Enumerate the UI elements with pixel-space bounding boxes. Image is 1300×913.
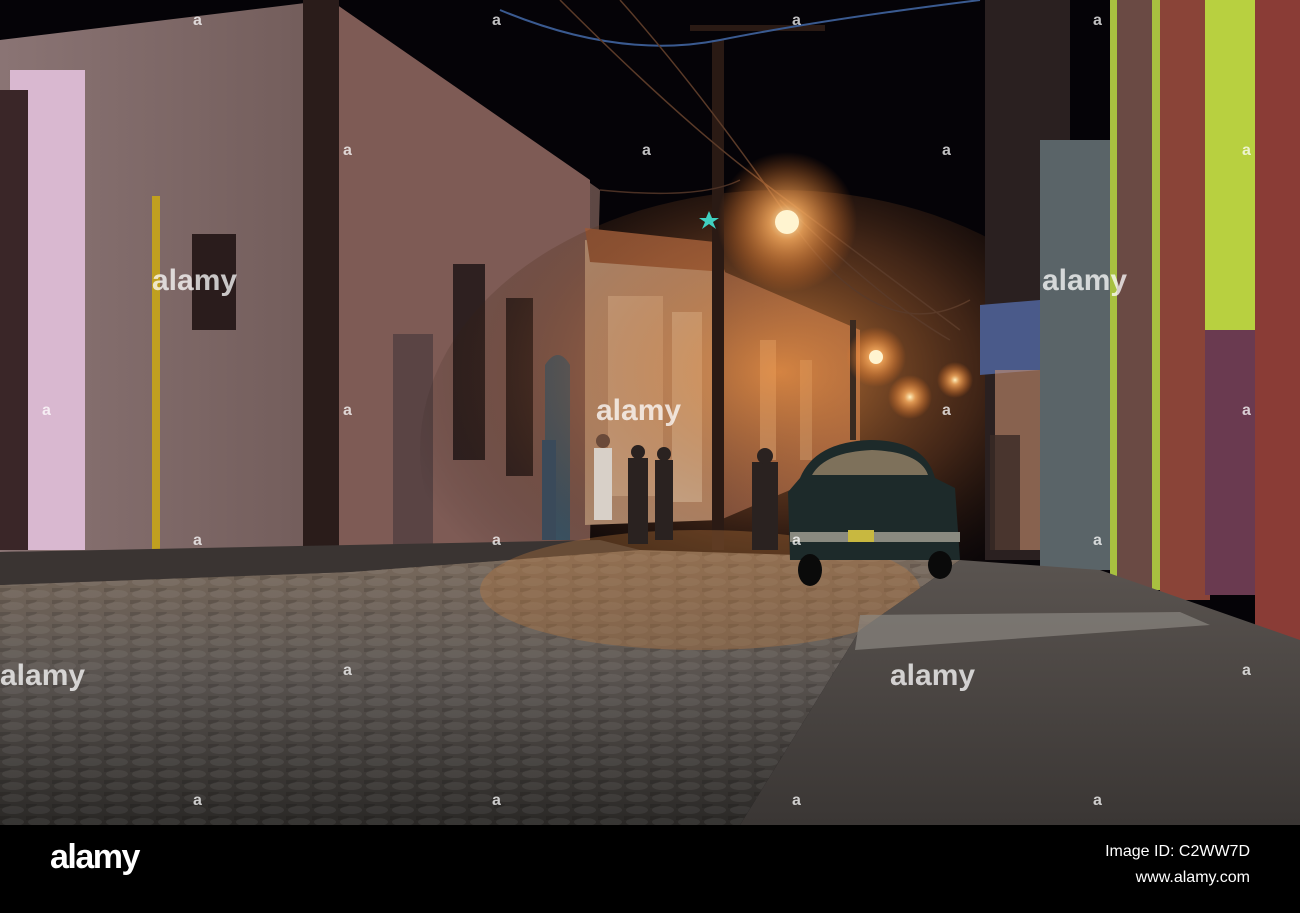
svg-text:a: a — [492, 532, 501, 549]
svg-text:a: a — [1093, 532, 1102, 549]
svg-text:a: a — [1242, 662, 1251, 679]
image-id-label: Image ID: C2WW7D — [1105, 843, 1250, 860]
svg-text:a: a — [792, 532, 801, 549]
svg-text:a: a — [343, 142, 352, 159]
street-lamp-icon — [717, 152, 857, 292]
svg-text:a: a — [42, 402, 51, 419]
svg-text:a: a — [193, 12, 202, 29]
svg-text:a: a — [492, 792, 501, 809]
footer-bar — [0, 825, 1300, 913]
svg-text:a: a — [792, 12, 801, 29]
svg-text:alamy: alamy — [152, 264, 237, 297]
svg-text:a: a — [193, 792, 202, 809]
svg-text:a: a — [1242, 142, 1251, 159]
svg-text:a: a — [1242, 402, 1251, 419]
svg-text:a: a — [942, 402, 951, 419]
svg-text:a: a — [193, 532, 202, 549]
site-link[interactable]: www.alamy.com — [1136, 869, 1250, 887]
svg-text:a: a — [492, 12, 501, 29]
alamy-logo[interactable]: alamy — [50, 838, 140, 877]
svg-text:a: a — [343, 402, 352, 419]
svg-text:alamy: alamy — [596, 394, 681, 427]
svg-text:a: a — [642, 142, 651, 159]
svg-text:a: a — [792, 792, 801, 809]
svg-text:alamy: alamy — [1042, 264, 1127, 297]
svg-text:a: a — [1093, 12, 1102, 29]
svg-text:a: a — [343, 662, 352, 679]
street-photo: alamy alamy alamy alamy alamy a a a a a … — [0, 0, 1300, 825]
svg-text:a: a — [1093, 792, 1102, 809]
svg-text:alamy: alamy — [0, 659, 85, 692]
svg-text:a: a — [942, 142, 951, 159]
svg-text:alamy: alamy — [890, 659, 975, 692]
